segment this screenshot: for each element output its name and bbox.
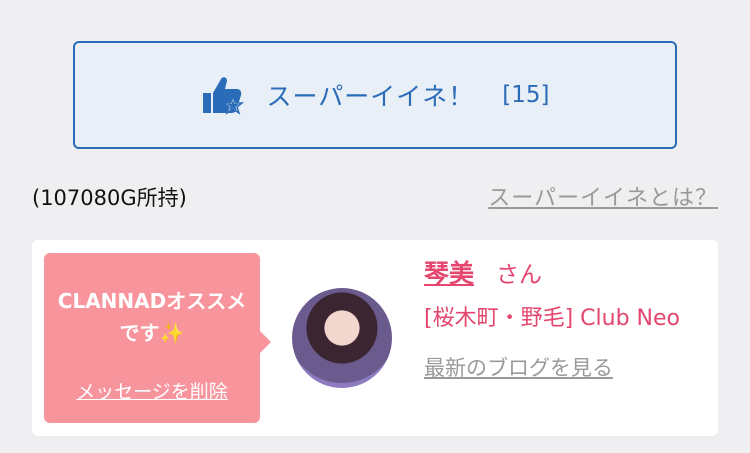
latest-blog-link[interactable]: 最新のブログを見る [424,352,613,382]
delete-message-link[interactable]: メッセージを削除 [44,377,260,404]
shop-name: [桜木町・野毛] Club Neo [424,306,680,331]
super-like-count: [15] [502,82,550,108]
avatar[interactable] [292,288,392,388]
super-like-label: スーパーイイネ！ [266,82,475,111]
honorific: さん [496,262,543,288]
recommendation-card: CLANNADオススメです✨ メッセージを削除 琴美 さん [桜木町・野毛] C… [32,240,718,436]
message-bubble: CLANNADオススメです✨ メッセージを削除 [44,253,271,423]
super-like-button[interactable]: スーパーイイネ！ [15] [73,41,677,149]
recommend-message: CLANNADオススメです✨ [57,289,247,345]
point-balance: (107080G所持) [32,186,187,210]
about-super-like-link[interactable]: スーパーイイネとは？ [488,180,718,212]
profile-name-link[interactable]: 琴美 [424,254,474,290]
profile-info: 琴美 さん [桜木町・野毛] Club Neo 最新のブログを見る [424,250,694,382]
thumbs-up-star-icon [202,77,244,115]
